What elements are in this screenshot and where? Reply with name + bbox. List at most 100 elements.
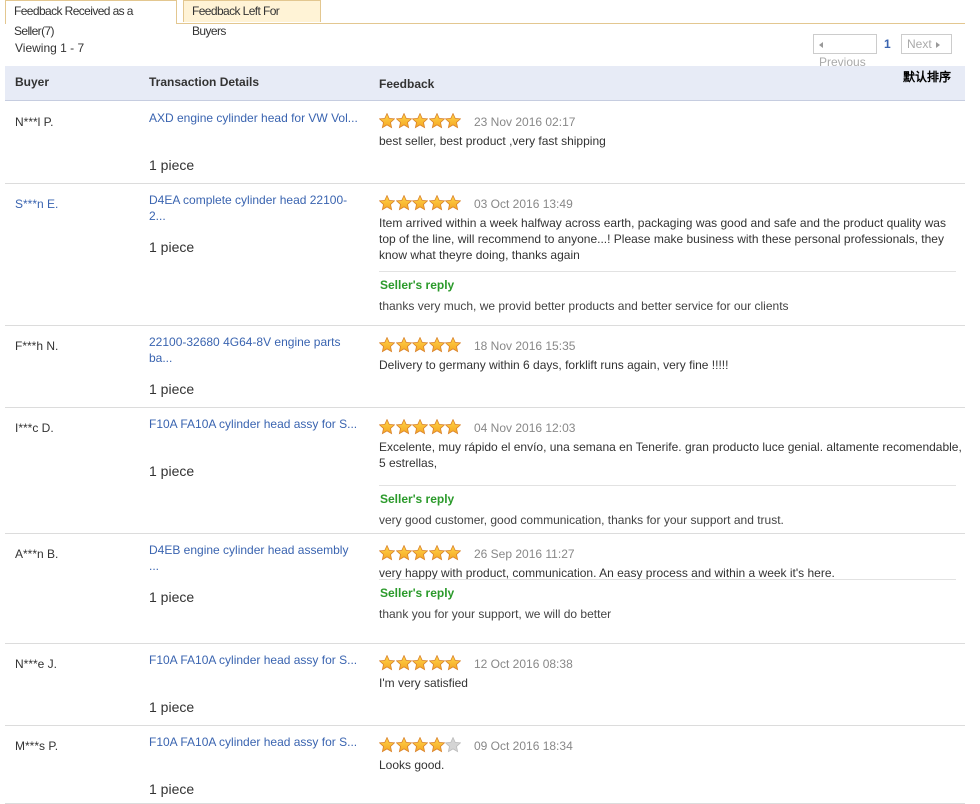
seller-reply-text: very good customer, good communication, …	[379, 513, 784, 527]
star-filled-icon	[379, 655, 395, 671]
tab-feedback-left[interactable]: Feedback Left For Buyers	[183, 0, 321, 38]
buyer-name[interactable]: S***n E.	[15, 197, 58, 211]
buyer-name: F***h N.	[15, 339, 59, 353]
star-filled-icon	[445, 337, 461, 353]
transaction-title: AXD engine cylinder head for VW Vol...	[149, 111, 358, 125]
star-filled-icon	[395, 737, 412, 753]
star-filled-icon	[428, 545, 445, 561]
transaction-title-cont: ...	[149, 559, 160, 573]
table-row: A***n B. D4EB engine cylinder head assemb…	[5, 533, 965, 644]
transaction-link[interactable]: F10A FA10A cylinder head assy for S...	[149, 652, 363, 668]
transaction-title-cont: 2...	[149, 209, 166, 223]
feedback-text: Item arrived within a week halfway acros…	[379, 216, 946, 262]
feedback-text: Looks good.	[379, 758, 445, 772]
transaction-link[interactable]: D4EB engine cylinder head assembly...	[149, 542, 363, 574]
star-filled-icon	[379, 545, 395, 561]
table-row: F***h N. 22100-32680 4G64-8V engine parts…	[5, 325, 965, 408]
transaction-link[interactable]: F10A FA10A cylinder head assy for S...	[149, 734, 363, 750]
star-filled-icon	[412, 113, 428, 129]
transaction-title: F10A FA10A cylinder head assy for S...	[149, 653, 358, 667]
star-filled-icon	[379, 113, 395, 129]
quantity: 1 piece	[149, 781, 195, 797]
table-row: M***s P. F10A FA10A cylinder head assy fo…	[5, 725, 965, 804]
star-filled-icon	[395, 337, 412, 353]
table-header: Buyer Transaction Details Feedback 默认排序	[5, 66, 965, 101]
star-rating	[379, 737, 463, 753]
reply-divider	[379, 271, 956, 272]
quantity: 1 piece	[149, 589, 195, 605]
star-filled-icon	[379, 419, 395, 435]
viewing-count: Viewing 1 - 7	[15, 41, 85, 55]
column-header-buyer: Buyer	[15, 75, 50, 89]
star-filled-icon	[445, 195, 461, 211]
star-filled-icon	[412, 337, 428, 353]
star-filled-icon	[445, 419, 461, 435]
star-filled-icon	[428, 655, 445, 671]
star-rating	[379, 419, 463, 435]
column-header-transaction: Transaction Details	[149, 75, 260, 89]
star-rating	[379, 655, 463, 671]
star-filled-icon	[412, 655, 428, 671]
feedback-tabs: Feedback Received as a Seller(7) Feedbac…	[5, 0, 965, 38]
transaction-title: 22100-32680 4G64-8V engine parts	[149, 335, 341, 349]
star-filled-icon	[428, 419, 445, 435]
star-filled-icon	[395, 545, 412, 561]
quantity: 1 piece	[149, 157, 195, 173]
seller-reply-text: thank you for your support, we will do b…	[379, 607, 612, 621]
table-row: S***n E. D4EA complete cylinder head 2210…	[5, 183, 965, 326]
buyer-name: I***c D.	[15, 421, 54, 435]
transaction-link[interactable]: F10A FA10A cylinder head assy for S...	[149, 416, 363, 432]
feedback-date: 23 Nov 2016 02:17	[474, 115, 576, 129]
buyer-name: N***l P.	[15, 115, 54, 129]
sort-dropdown[interactable]: 默认排序	[903, 68, 951, 85]
transaction-title: F10A FA10A cylinder head assy for S...	[149, 417, 358, 431]
quantity: 1 piece	[149, 463, 195, 479]
star-filled-icon	[379, 195, 395, 211]
feedback-date: 03 Oct 2016 13:49	[474, 197, 573, 211]
reply-divider	[379, 485, 956, 486]
star-filled-icon	[395, 113, 412, 129]
feedback-date: 26 Sep 2016 11:27	[474, 547, 575, 561]
star-filled-icon	[428, 337, 445, 353]
star-filled-icon	[379, 737, 395, 753]
star-filled-icon	[395, 655, 412, 671]
seller-reply-label: Seller's reply	[380, 586, 455, 600]
quantity: 1 piece	[149, 381, 195, 397]
feedback-date: 18 Nov 2016 15:35	[474, 339, 576, 353]
star-filled-icon	[412, 737, 428, 753]
chevron-right-icon	[935, 41, 940, 48]
star-rating	[379, 195, 463, 211]
star-filled-icon	[428, 195, 445, 211]
feedback-text: best seller, best product ,very fast shi…	[379, 134, 606, 148]
transaction-link[interactable]: AXD engine cylinder head for VW Vol...	[149, 110, 363, 126]
star-empty-icon	[445, 737, 461, 753]
reply-divider	[379, 579, 956, 580]
seller-reply-label: Seller's reply	[380, 492, 455, 506]
feedback-text: Delivery to germany within 6 days, forkl…	[379, 358, 729, 372]
star-filled-icon	[445, 545, 461, 561]
transaction-link[interactable]: 22100-32680 4G64-8V engine parts ba...	[149, 334, 363, 366]
feedback-date: 12 Oct 2016 08:38	[474, 657, 573, 671]
transaction-title: D4EA complete cylinder head 22100-	[149, 193, 348, 207]
feedback-text: Excelente, muy rápido el envío, una sema…	[379, 440, 962, 470]
star-filled-icon	[428, 113, 445, 129]
next-page-button[interactable]: Next	[901, 34, 952, 54]
current-page[interactable]: 1	[884, 34, 891, 54]
feedback-date: 04 Nov 2016 12:03	[474, 421, 576, 435]
star-filled-icon	[412, 545, 428, 561]
table-row: N***e J. F10A FA10A cylinder head assy fo…	[5, 643, 965, 726]
previous-page-button[interactable]: Previous	[813, 34, 877, 69]
column-header-feedback: Feedback	[379, 77, 435, 91]
star-filled-icon	[395, 419, 412, 435]
seller-reply-label: Seller's reply	[380, 278, 455, 292]
table-row: I***c D. F10A FA10A cylinder head assy fo…	[5, 407, 965, 534]
tab-feedback-received[interactable]: Feedback Received as a Seller(7)	[5, 0, 177, 38]
transaction-link[interactable]: D4EA complete cylinder head 22100- 2...	[149, 192, 363, 224]
buyer-name: N***e J.	[15, 657, 58, 671]
feedback-text: I'm very satisfied	[379, 676, 468, 690]
transaction-title: D4EB engine cylinder head assembly	[149, 543, 349, 557]
seller-reply-text: thanks very much, we provid better produ…	[379, 299, 789, 313]
transaction-title: F10A FA10A cylinder head assy for S...	[149, 735, 358, 749]
chevron-left-icon	[819, 41, 823, 48]
star-filled-icon	[445, 655, 461, 671]
